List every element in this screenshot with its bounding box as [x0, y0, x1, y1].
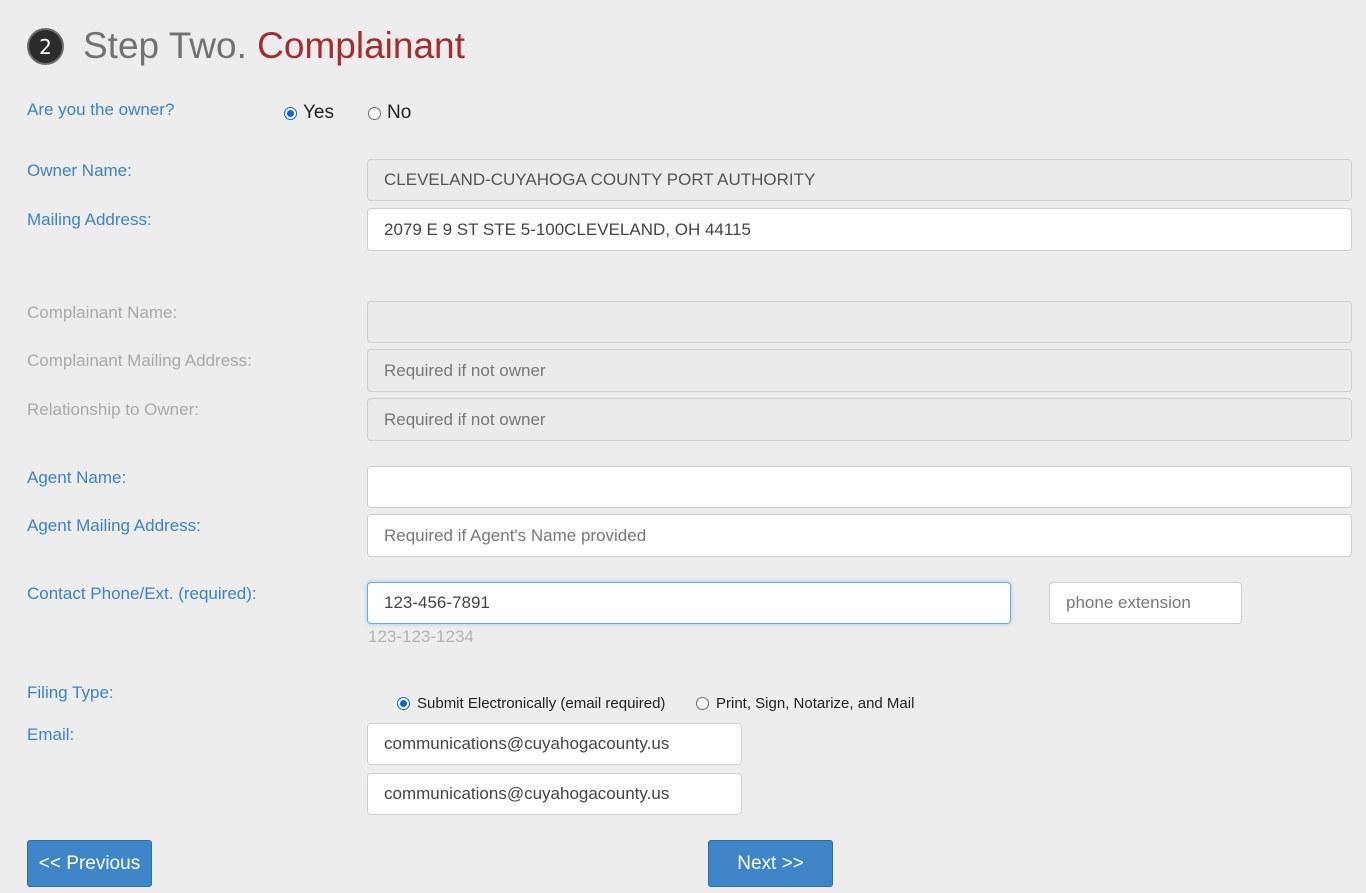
- owner-no-radio-button[interactable]: [368, 106, 381, 120]
- page-title-accent: Complainant: [257, 25, 465, 66]
- owner-yes-label: Yes: [303, 102, 334, 123]
- filing-type-mail[interactable]: Print, Sign, Notarize, and Mail: [696, 695, 914, 712]
- email-confirm-field[interactable]: [367, 773, 742, 815]
- phone-extension-field[interactable]: [1049, 582, 1242, 624]
- owner-yes-radio-button[interactable]: [284, 106, 297, 120]
- owner-no-label: No: [387, 102, 412, 123]
- contact-phone-field[interactable]: [367, 582, 1011, 624]
- complainant-mailing-address-label: Complainant Mailing Address:: [27, 351, 252, 370]
- agent-name-field[interactable]: [367, 466, 1352, 508]
- step-number: 2: [39, 34, 52, 59]
- owner-question-label: Are you the owner?: [27, 100, 175, 119]
- email-field[interactable]: [367, 723, 742, 765]
- owner-name-label: Owner Name:: [27, 161, 132, 180]
- page-title-prefix: Step Two.: [83, 25, 247, 66]
- page-title: Step Two. Complainant: [83, 24, 465, 68]
- relationship-to-owner-label: Relationship to Owner:: [27, 400, 199, 419]
- owner-radio-yes[interactable]: Yes: [284, 102, 334, 124]
- filing-electronic-radio-button[interactable]: [397, 697, 410, 710]
- next-button[interactable]: Next >>: [708, 840, 833, 887]
- mailing-address-label: Mailing Address:: [27, 210, 152, 229]
- filing-electronic-label: Submit Electronically (email required): [417, 695, 666, 712]
- filing-type-label: Filing Type:: [27, 683, 114, 702]
- contact-phone-label: Contact Phone/Ext. (required):: [27, 584, 257, 603]
- relationship-to-owner-field[interactable]: [367, 398, 1352, 441]
- complaint-form-page: 2 Step Two. Complainant Are you the owne…: [0, 0, 1366, 893]
- owner-radio-no[interactable]: No: [368, 102, 411, 124]
- phone-format-hint: 123-123-1234: [368, 627, 474, 646]
- agent-mailing-address-field[interactable]: [367, 514, 1352, 557]
- next-button-label: Next >>: [737, 852, 804, 874]
- step-number-badge: 2: [27, 28, 64, 65]
- complainant-name-label: Complainant Name:: [27, 303, 178, 322]
- complainant-mailing-address-field[interactable]: [367, 349, 1352, 392]
- filing-type-electronic[interactable]: Submit Electronically (email required): [397, 695, 665, 712]
- previous-button[interactable]: << Previous: [27, 840, 152, 887]
- filing-mail-label: Print, Sign, Notarize, and Mail: [716, 695, 915, 712]
- agent-mailing-address-label: Agent Mailing Address:: [27, 516, 201, 535]
- agent-name-label: Agent Name:: [27, 468, 127, 487]
- owner-name-field[interactable]: [367, 159, 1352, 201]
- mailing-address-field[interactable]: [367, 208, 1352, 251]
- email-label: Email:: [27, 725, 75, 744]
- previous-button-label: << Previous: [38, 852, 141, 874]
- filing-mail-radio-button[interactable]: [696, 697, 709, 710]
- complainant-name-field[interactable]: [367, 301, 1352, 343]
